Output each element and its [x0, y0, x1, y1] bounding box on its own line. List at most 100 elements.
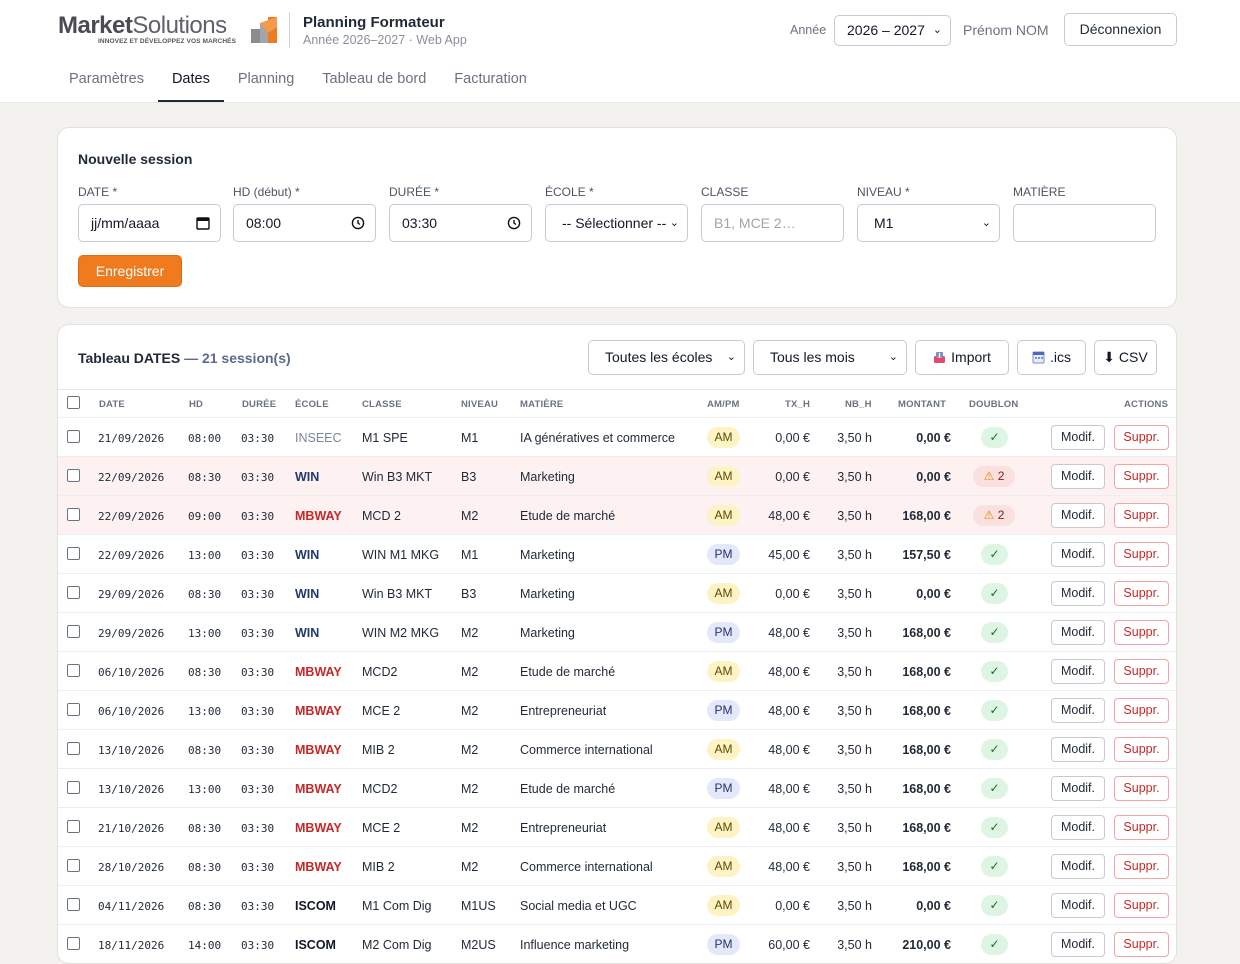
edit-button[interactable]: Modif. — [1051, 815, 1105, 840]
delete-button[interactable]: Suppr. — [1114, 893, 1169, 918]
delete-button[interactable]: Suppr. — [1114, 620, 1169, 645]
cell-montant: 168,00 € — [902, 626, 951, 640]
table-row: 29/09/2026 13:00 03:30 WIN WIN M2 MKG M2 Marke… — [58, 612, 1176, 651]
niveau-label: NIVEAU * — [857, 185, 910, 199]
cell-duree: 03:30 — [241, 549, 275, 562]
hd-input[interactable]: 08:00 — [233, 204, 376, 242]
row-checkbox[interactable] — [67, 898, 80, 911]
row-checkbox[interactable] — [67, 937, 80, 950]
row-checkbox[interactable] — [67, 508, 80, 521]
row-checkbox[interactable] — [67, 547, 80, 560]
logo-mark-icon — [251, 17, 277, 43]
classe-input-placeholder: B1, MCE 2… — [714, 215, 796, 231]
csv-export-button[interactable]: ⬇ CSV — [1094, 340, 1157, 375]
row-checkbox[interactable] — [67, 469, 80, 482]
user-name: Prénom NOM — [963, 22, 1049, 38]
cell-tx-h: 48,00 € — [768, 782, 810, 796]
edit-button[interactable]: Modif. — [1051, 776, 1105, 801]
delete-button[interactable]: Suppr. — [1114, 776, 1169, 801]
edit-button[interactable]: Modif. — [1051, 932, 1105, 957]
delete-button[interactable]: Suppr. — [1114, 737, 1169, 762]
table-title: Tableau DATES — 21 session(s) — [78, 350, 291, 366]
cell-hd: 08:30 — [188, 588, 222, 601]
edit-button[interactable]: Modif. — [1051, 542, 1105, 567]
ampm-badge: AM — [707, 895, 740, 916]
col-hd: HD — [189, 399, 204, 410]
tab-dates[interactable]: Dates — [157, 60, 224, 102]
row-checkbox[interactable] — [67, 430, 80, 443]
tab-parametres[interactable]: Paramètres — [55, 60, 158, 102]
cell-tx-h: 0,00 € — [775, 470, 810, 484]
hd-label: HD (début) * — [233, 185, 300, 199]
edit-button[interactable]: Modif. — [1051, 698, 1105, 723]
delete-button[interactable]: Suppr. — [1114, 659, 1169, 684]
edit-button[interactable]: Modif. — [1051, 425, 1105, 450]
cell-montant: 168,00 € — [902, 665, 951, 679]
cell-classe: MCE 2 — [362, 704, 401, 718]
delete-button[interactable]: Suppr. — [1114, 698, 1169, 723]
cell-niveau: B3 — [461, 470, 477, 484]
cell-matiere: Commerce international — [520, 860, 653, 874]
edit-button[interactable]: Modif. — [1051, 854, 1105, 879]
delete-button[interactable]: Suppr. — [1114, 854, 1169, 879]
edit-button[interactable]: Modif. — [1051, 503, 1105, 528]
delete-button[interactable]: Suppr. — [1114, 503, 1169, 528]
delete-button[interactable]: Suppr. — [1114, 542, 1169, 567]
cell-tx-h: 0,00 € — [775, 587, 810, 601]
cell-classe: MIB 2 — [362, 743, 395, 757]
cell-matiere: Marketing — [520, 587, 575, 601]
classe-input[interactable]: B1, MCE 2… — [701, 204, 844, 242]
cell-classe: M2 Com Dig — [362, 938, 432, 952]
edit-button[interactable]: Modif. — [1051, 620, 1105, 645]
main-nav: Paramètres Dates Planning Tableau de bor… — [55, 60, 541, 103]
delete-button[interactable]: Suppr. — [1114, 932, 1169, 957]
delete-button[interactable]: Suppr. — [1114, 581, 1169, 606]
row-checkbox[interactable] — [67, 742, 80, 755]
cell-matiere: Entrepreneuriat — [520, 704, 607, 718]
row-checkbox[interactable] — [67, 781, 80, 794]
row-checkbox[interactable] — [67, 586, 80, 599]
row-checkbox[interactable] — [67, 859, 80, 872]
ecole-select[interactable]: -- Sélectionner -- ⌄ — [545, 204, 688, 242]
tab-facturation[interactable]: Facturation — [440, 60, 541, 102]
cell-matiere: Etude de marché — [520, 782, 616, 796]
row-checkbox[interactable] — [67, 664, 80, 677]
matiere-input[interactable] — [1013, 204, 1156, 242]
ecole-select-value: -- Sélectionner -- — [562, 215, 667, 231]
cell-classe: WIN M2 MKG — [362, 626, 440, 640]
edit-button[interactable]: Modif. — [1051, 581, 1105, 606]
cell-classe: MCE 2 — [362, 821, 401, 835]
row-checkbox[interactable] — [67, 820, 80, 833]
cell-nb-h: 3,50 h — [837, 431, 872, 445]
save-button[interactable]: Enregistrer — [78, 255, 182, 287]
month-filter-select[interactable]: Tous les mois ⌄ — [753, 340, 907, 375]
cell-date: 22/09/2026 — [98, 549, 165, 562]
edit-button[interactable]: Modif. — [1051, 659, 1105, 684]
ics-export-button[interactable]: .ics — [1017, 340, 1086, 375]
edit-button[interactable]: Modif. — [1051, 893, 1105, 918]
import-button[interactable]: Import — [915, 340, 1009, 375]
ampm-badge: AM — [707, 466, 740, 487]
date-input[interactable]: jj/mm/aaaa — [78, 204, 221, 242]
row-checkbox[interactable] — [67, 625, 80, 638]
tab-tableau-de-bord[interactable]: Tableau de bord — [308, 60, 440, 102]
duree-input[interactable]: 03:30 — [389, 204, 532, 242]
delete-button[interactable]: Suppr. — [1114, 815, 1169, 840]
col-tx-h: TX_H — [785, 399, 811, 410]
select-all-checkbox[interactable] — [67, 396, 80, 409]
tab-planning[interactable]: Planning — [224, 60, 308, 102]
year-select[interactable]: 2026 – 2027 ⌄ — [834, 15, 951, 46]
edit-button[interactable]: Modif. — [1051, 737, 1105, 762]
month-filter-value: Tous les mois — [770, 349, 855, 365]
delete-button[interactable]: Suppr. — [1114, 425, 1169, 450]
table-row: 04/11/2026 08:30 03:30 ISCOM M1 Com Dig M1US S… — [58, 885, 1176, 924]
school-filter-select[interactable]: Toutes les écoles ⌄ — [588, 340, 745, 375]
delete-button[interactable]: Suppr. — [1114, 464, 1169, 489]
logout-button[interactable]: Déconnexion — [1064, 13, 1177, 46]
check-icon: ✓ — [981, 778, 1008, 799]
row-checkbox[interactable] — [67, 703, 80, 716]
edit-button[interactable]: Modif. — [1051, 464, 1105, 489]
niveau-select[interactable]: M1 ⌄ — [857, 204, 1000, 242]
cell-hd: 13:00 — [188, 705, 222, 718]
ampm-badge: PM — [707, 544, 740, 565]
